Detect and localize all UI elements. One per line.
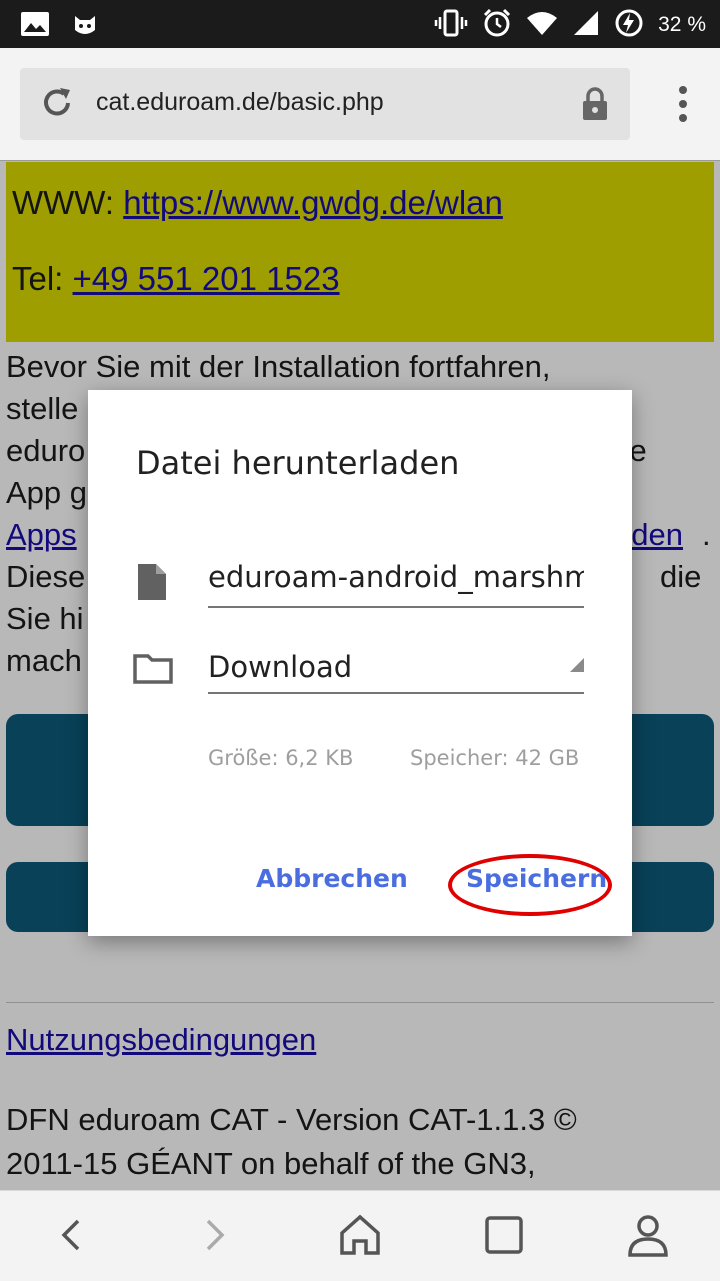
download-dialog: Datei herunterladen eduroam-android_mars… bbox=[88, 390, 632, 936]
bottom-navigation bbox=[0, 1190, 720, 1281]
tabs-icon[interactable] bbox=[484, 1213, 524, 1261]
save-highlight-ring bbox=[448, 854, 612, 916]
battery-percent: 32 % bbox=[658, 13, 706, 36]
alarm-icon bbox=[482, 8, 512, 42]
back-icon[interactable] bbox=[56, 1213, 86, 1261]
status-bar: 32 % bbox=[0, 0, 720, 48]
dialog-title: Datei herunterladen bbox=[136, 444, 460, 482]
filename-field[interactable]: eduroam-android_marshmallow bbox=[208, 560, 584, 608]
browser-toolbar: cat.eduroam.de/basic.php bbox=[0, 48, 720, 161]
cancel-button[interactable]: Abbrechen bbox=[256, 864, 408, 893]
url-text[interactable]: cat.eduroam.de/basic.php bbox=[96, 88, 384, 117]
file-size: Größe: 6,2 KB bbox=[208, 746, 354, 770]
account-icon[interactable] bbox=[626, 1213, 670, 1261]
vibrate-icon bbox=[434, 9, 468, 41]
file-icon bbox=[136, 562, 168, 606]
android-face-icon bbox=[72, 10, 98, 42]
home-icon[interactable] bbox=[338, 1213, 382, 1261]
overflow-menu-icon[interactable] bbox=[678, 85, 688, 127]
storage-available: Speicher: 42 GB bbox=[410, 746, 580, 770]
lock-icon[interactable] bbox=[580, 86, 610, 126]
signal-icon bbox=[572, 9, 600, 41]
wifi-icon bbox=[526, 10, 558, 40]
image-icon bbox=[20, 11, 50, 41]
battery-charging-icon bbox=[614, 8, 644, 42]
reload-icon[interactable] bbox=[38, 84, 76, 126]
dropdown-caret-icon bbox=[570, 658, 584, 672]
url-bar[interactable]: cat.eduroam.de/basic.php bbox=[20, 68, 630, 140]
folder-icon bbox=[132, 650, 174, 690]
forward-icon[interactable] bbox=[200, 1213, 230, 1261]
folder-select[interactable]: Download bbox=[208, 646, 584, 694]
